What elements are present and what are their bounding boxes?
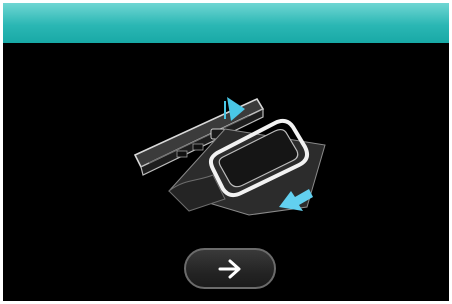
header-bar — [3, 3, 449, 43]
screen — [3, 3, 449, 301]
arrow-right-icon — [218, 259, 241, 278]
hoop-attach-illustration — [133, 97, 326, 216]
next-button[interactable] — [184, 248, 276, 289]
